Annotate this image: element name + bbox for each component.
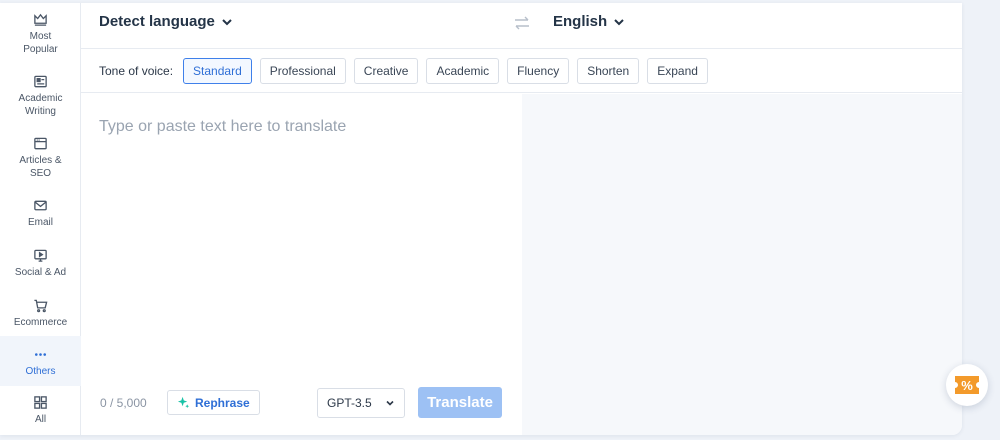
model-select[interactable]: GPT-3.5: [317, 388, 405, 418]
sidebar-item-all[interactable]: All: [0, 394, 81, 435]
tone-chip-standard[interactable]: Standard: [183, 57, 252, 84]
source-language-label: Detect language: [99, 13, 215, 30]
swap-languages-icon[interactable]: [513, 15, 531, 31]
chevron-down-icon: [222, 18, 232, 25]
model-value: GPT-3.5: [327, 396, 372, 410]
tone-label: Tone of voice:: [99, 63, 174, 78]
sidebar-item-label: Most Popular: [23, 31, 58, 55]
promo-badge[interactable]: %: [946, 364, 988, 406]
dots-icon: [33, 346, 49, 362]
tone-chip-academic[interactable]: Academic: [426, 57, 500, 84]
crown-icon: [33, 11, 49, 27]
rephrase-label: Rephrase: [195, 395, 250, 410]
sidebar-item-most-popular[interactable]: Most Popular: [0, 11, 81, 61]
sidebar-item-label: Academic Writing: [18, 93, 63, 117]
browser-window-icon: [33, 135, 49, 151]
sidebar-item-academic-writing[interactable]: Academic Writing: [0, 73, 81, 123]
source-language-select[interactable]: Detect language: [99, 13, 233, 30]
tone-chip-expand[interactable]: Expand: [647, 57, 708, 84]
tone-chip-fluency[interactable]: Fluency: [507, 57, 570, 84]
sidebar-item-label: Articles & SEO: [19, 155, 62, 179]
tone-chip-creative[interactable]: Creative: [353, 57, 419, 84]
grid-icon: [33, 394, 49, 410]
translation-output-pane: [522, 94, 962, 435]
sidebar: Most Popular Academic Writing Articles &…: [0, 3, 81, 435]
envelope-icon: [33, 197, 49, 213]
sidebar-item-articles-seo[interactable]: Articles & SEO: [0, 135, 81, 185]
sidebar-item-label: Email: [27, 217, 53, 228]
target-language-label: English: [553, 13, 608, 30]
cart-icon: [33, 297, 49, 313]
source-text-input[interactable]: [99, 118, 499, 368]
rephrase-button[interactable]: Rephrase: [167, 390, 260, 415]
chevron-down-icon: [614, 18, 624, 25]
translate-button[interactable]: Translate: [418, 387, 502, 418]
tone-chip-shorten[interactable]: Shorten: [577, 57, 640, 84]
sidebar-item-others[interactable]: Others: [0, 336, 81, 386]
target-language-select[interactable]: English: [553, 13, 625, 30]
sidebar-item-email[interactable]: Email: [0, 197, 81, 247]
monitor-play-icon: [33, 247, 49, 263]
sidebar-item-label: Social & Ad: [14, 267, 67, 278]
tone-chip-professional[interactable]: Professional: [259, 57, 346, 84]
sidebar-item-social-ad[interactable]: Social & Ad: [0, 247, 81, 297]
sidebar-item-label: All: [34, 414, 47, 425]
sidebar-item-label: Others: [25, 366, 56, 377]
translator-card: Most Popular Academic Writing Articles &…: [0, 3, 962, 435]
academic-card-icon: [33, 73, 49, 89]
tone-of-voice-bar: Tone of voice: Standard Professional Cre…: [81, 49, 962, 93]
chevron-down-icon: [386, 400, 394, 406]
percent-ticket-icon: %: [955, 376, 979, 394]
character-counter: 0 / 5,000: [100, 396, 147, 410]
source-pane: 0 / 5,000 Rephrase GPT-3.5 Translate: [81, 94, 522, 435]
sidebar-item-label: Ecommerce: [13, 317, 68, 328]
promo-percent-text: %: [961, 378, 973, 393]
sparkle-icon: [177, 396, 190, 409]
language-header: Detect language English: [81, 3, 962, 49]
